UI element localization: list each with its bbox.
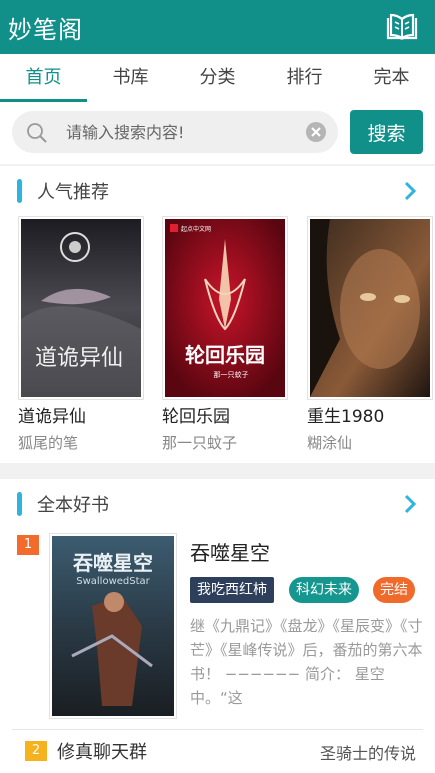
featured-book-cover[interactable]: 吞噬星空 SwallowedStar <box>49 533 177 719</box>
divider <box>12 729 423 730</box>
book-cover-art: 吞噬星空 SwallowedStar <box>52 536 174 716</box>
svg-text:轮回乐园: 轮回乐园 <box>185 343 265 367</box>
section-accent-bar <box>17 492 22 516</box>
search-bar: 搜索 <box>0 102 435 164</box>
book-cover-art: 道诡异仙 <box>21 219 141 397</box>
popular-header: 人气推荐 <box>0 166 435 214</box>
svg-text:那一只蚊子: 那一只蚊子 <box>214 370 249 379</box>
search-icon <box>27 123 47 143</box>
book-author: 那一只蚊子 <box>162 434 238 452</box>
search-input[interactable] <box>66 111 296 153</box>
chevron-right-icon[interactable] <box>403 180 417 202</box>
search-box[interactable] <box>12 111 338 153</box>
book-author: 糊涂仙 <box>307 434 353 452</box>
book-cover[interactable]: 起点中文网 轮回乐园 那一只蚊子 <box>162 216 288 400</box>
tab-category[interactable]: 分类 <box>174 54 261 102</box>
book-cover[interactable]: 道诡异仙 <box>18 216 144 400</box>
tab-completed[interactable]: 完本 <box>348 54 435 102</box>
list-item-title[interactable]: 修真聊天群 <box>57 738 147 764</box>
completed-section: 全本好书 1 吞噬星空 SwallowedStar 吞噬星空 我吃西红柿 科幻未… <box>0 479 435 773</box>
completed-header: 全本好书 <box>0 479 435 527</box>
book-author: 狐尾的笔 <box>18 434 79 452</box>
list-item-author: 圣骑士的传说 <box>319 744 416 763</box>
clear-icon[interactable] <box>306 122 326 142</box>
book-title[interactable]: 轮回乐园 <box>162 402 230 427</box>
rank-badge: 1 <box>17 535 39 555</box>
rank-badge: 2 <box>25 741 47 761</box>
app-title: 妙笔阁 <box>8 16 83 44</box>
app-header: 妙笔阁 <box>0 0 435 54</box>
book-title[interactable]: 重生1980 <box>307 402 384 427</box>
book-cover-art: 起点中文网 轮回乐园 那一只蚊子 <box>165 219 285 397</box>
chevron-right-icon[interactable] <box>403 493 417 515</box>
genre-tag[interactable]: 科幻未来 <box>289 577 359 603</box>
search-button[interactable]: 搜索 <box>350 110 423 154</box>
book-title[interactable]: 道诡异仙 <box>18 402 86 427</box>
featured-book-title[interactable]: 吞噬星空 <box>190 537 270 566</box>
svg-text:SwallowedStar: SwallowedStar <box>76 576 150 587</box>
svg-text:起点中文网: 起点中文网 <box>181 225 211 233</box>
section-accent-bar <box>17 179 22 203</box>
section-title: 全本好书 <box>37 495 109 516</box>
tab-library[interactable]: 书库 <box>87 54 174 102</box>
book-cover-art <box>310 219 430 397</box>
tab-home[interactable]: 首页 <box>0 54 87 102</box>
list-item[interactable]: 2 修真聊天群 圣骑士的传说 <box>0 734 435 768</box>
book-cover[interactable] <box>307 216 433 400</box>
section-title: 人气推荐 <box>37 182 109 203</box>
main-tabs: 首页 书库 分类 排行 完本 <box>0 54 435 102</box>
status-tag: 完结 <box>373 577 415 603</box>
author-tag[interactable]: 我吃西红柿 <box>190 577 274 603</box>
tab-ranking[interactable]: 排行 <box>261 54 348 102</box>
svg-text:道诡异仙: 道诡异仙 <box>35 346 123 371</box>
featured-book-description: 继《九鼎记》《盘龙》《星辰变》《寸芒》《星峰传说》后，番茄的第六本书！ −−−−… <box>190 617 423 707</box>
open-book-icon[interactable] <box>385 12 419 42</box>
popular-section: 人气推荐 道诡异仙 道诡异仙 狐尾的笔 起点中文网 轮回乐园 那一只蚊子 轮回乐… <box>0 166 435 463</box>
svg-text:吞噬星空: 吞噬星空 <box>73 551 153 575</box>
